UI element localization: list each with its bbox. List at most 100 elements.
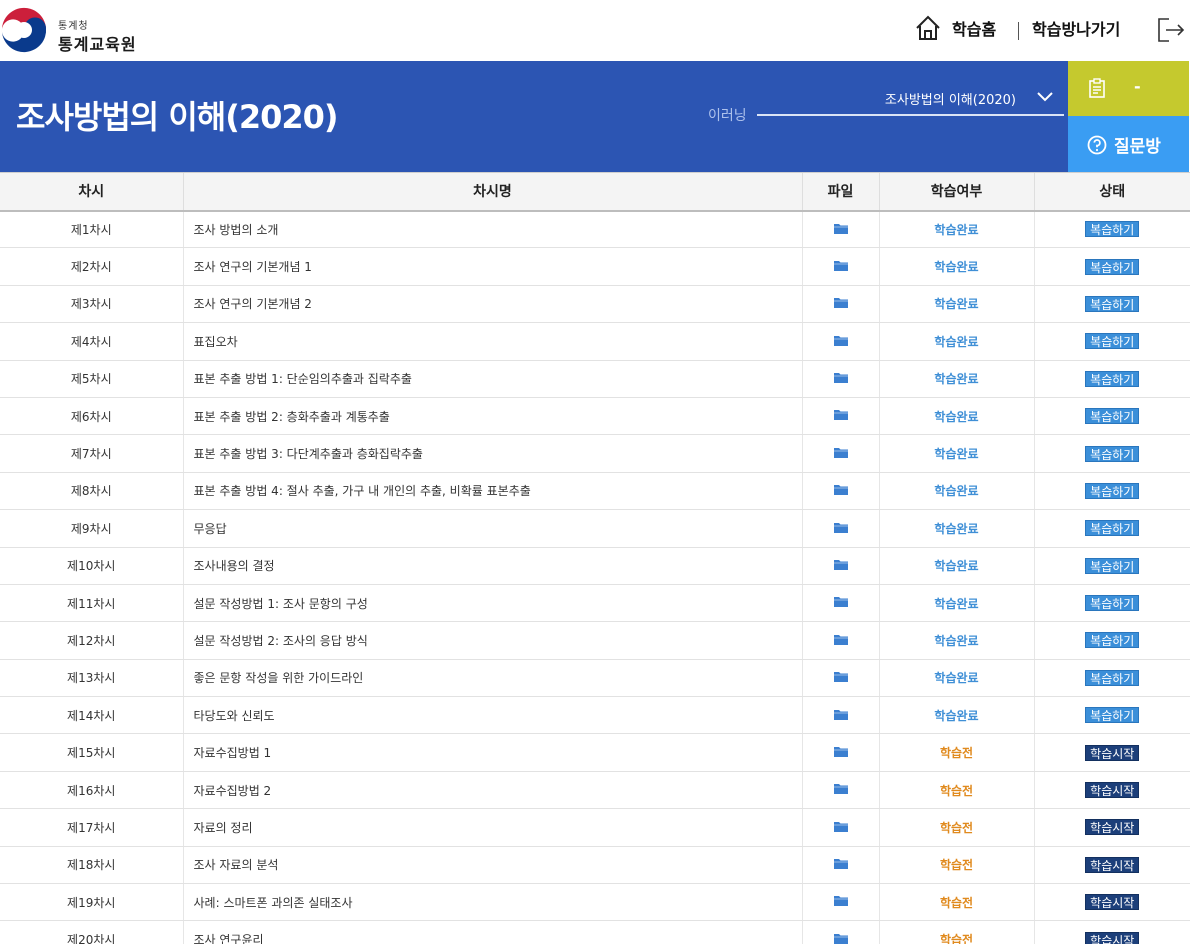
session-title: 조사 연구의 기본개념 1 (182, 247, 802, 286)
course-select-value: 조사방법의 이해(2020) (884, 93, 1016, 108)
folder-icon[interactable] (833, 260, 848, 274)
start-learning-button[interactable]: 학습시작 (1085, 931, 1140, 944)
folder-icon[interactable] (833, 447, 848, 461)
learning-status: 학습완료 (934, 409, 979, 424)
review-button[interactable]: 복습하기 (1085, 707, 1140, 724)
start-learning-button[interactable]: 학습시작 (1085, 894, 1140, 911)
table-row: 제16차시 자료수집방법 2 학습전 학습시작 (0, 771, 1190, 810)
learning-status: 학습완료 (934, 633, 979, 648)
learning-status: 학습완료 (934, 222, 979, 237)
review-button[interactable]: 복습하기 (1085, 295, 1140, 312)
folder-icon[interactable] (833, 409, 848, 423)
state-cell: 학습시작 (1033, 920, 1190, 944)
learning-status-cell: 학습완료 (878, 621, 1034, 660)
file-cell (801, 285, 879, 324)
notepad-icon (1089, 78, 1105, 98)
note-button[interactable]: - (1068, 61, 1189, 116)
learning-home-link[interactable]: 학습홈 (914, 13, 996, 43)
session-number: 제16차시 (0, 771, 183, 810)
file-cell (801, 584, 879, 623)
review-button[interactable]: 복습하기 (1085, 595, 1140, 612)
folder-icon[interactable] (833, 746, 848, 760)
learning-status: 학습완료 (934, 260, 979, 275)
folder-icon[interactable] (833, 559, 848, 573)
start-learning-button[interactable]: 학습시작 (1085, 819, 1140, 836)
review-button[interactable]: 복습하기 (1085, 445, 1140, 462)
question-circle-icon (1087, 135, 1107, 155)
file-cell (801, 808, 879, 847)
folder-icon[interactable] (833, 709, 848, 723)
learning-status-cell: 학습완료 (878, 210, 1034, 249)
start-learning-button[interactable]: 학습시작 (1085, 744, 1140, 761)
institute-name: 통계교육원 (58, 35, 137, 54)
folder-icon[interactable] (833, 634, 848, 648)
table-row: 제7차시 표본 추출 방법 3: 다단계추출과 층화집락추출 학습완료 복습하기 (0, 434, 1190, 473)
file-cell (801, 434, 879, 473)
state-cell: 복습하기 (1033, 509, 1190, 548)
course-banner: 조사방법의 이해(2020) 이러닝 조사방법의 이해(2020) (0, 61, 1068, 172)
folder-icon[interactable] (833, 223, 848, 237)
review-button[interactable]: 복습하기 (1085, 669, 1140, 686)
elearning-label: 이러닝 (708, 108, 747, 124)
folder-icon[interactable] (833, 783, 848, 797)
start-learning-button[interactable]: 학습시작 (1085, 782, 1140, 799)
file-cell (801, 547, 879, 585)
learning-status-cell: 학습전 (878, 733, 1034, 772)
nav-divider (1018, 22, 1019, 40)
folder-icon[interactable] (833, 596, 848, 610)
session-title: 표본 추출 방법 2: 층화추출과 계통추출 (182, 397, 802, 436)
state-cell: 복습하기 (1033, 397, 1190, 436)
session-title: 표본 추출 방법 4: 절사 추출, 가구 내 개인의 추출, 비확률 표본추출 (182, 472, 802, 511)
state-cell: 복습하기 (1033, 210, 1190, 249)
learning-status-cell: 학습전 (878, 920, 1034, 944)
agency-name: 통계청 (58, 21, 89, 32)
learning-status: 학습완료 (934, 447, 979, 462)
folder-icon[interactable] (833, 858, 848, 872)
review-button[interactable]: 복습하기 (1085, 632, 1140, 649)
table-row: 제6차시 표본 추출 방법 2: 층화추출과 계통추출 학습완료 복습하기 (0, 397, 1190, 436)
folder-icon[interactable] (833, 933, 848, 944)
learning-status: 학습전 (939, 933, 974, 944)
state-cell: 복습하기 (1033, 584, 1190, 623)
review-button[interactable]: 복습하기 (1085, 370, 1140, 387)
file-cell (801, 771, 879, 810)
learning-status-cell: 학습전 (878, 771, 1034, 810)
session-number: 제19차시 (0, 883, 183, 922)
learning-status-cell: 학습완료 (878, 696, 1034, 735)
folder-icon[interactable] (833, 821, 848, 835)
institute-logo[interactable]: 통계청 통계교육원 (0, 6, 160, 54)
folder-icon[interactable] (833, 522, 848, 536)
folder-icon[interactable] (833, 671, 848, 685)
exit-learning-room-link[interactable]: 학습방나가기 (1032, 16, 1120, 40)
folder-icon[interactable] (833, 335, 848, 349)
learning-status: 학습완료 (934, 334, 979, 349)
folder-icon[interactable] (833, 372, 848, 386)
learning-status: 학습완료 (934, 559, 979, 574)
file-cell (801, 846, 879, 885)
session-number: 제15차시 (0, 733, 183, 772)
review-button[interactable]: 복습하기 (1085, 221, 1140, 238)
review-button[interactable]: 복습하기 (1085, 520, 1140, 537)
logout-icon[interactable] (1156, 16, 1186, 44)
session-number: 제9차시 (0, 509, 183, 548)
learning-status: 학습전 (939, 783, 974, 798)
review-button[interactable]: 복습하기 (1085, 557, 1140, 574)
session-title: 조사 방법의 소개 (182, 210, 802, 249)
review-button[interactable]: 복습하기 (1085, 482, 1140, 499)
qna-room-button[interactable]: 질문방 (1068, 116, 1189, 172)
start-learning-button[interactable]: 학습시작 (1085, 856, 1140, 873)
file-cell (801, 659, 879, 698)
folder-icon[interactable] (833, 297, 848, 311)
state-cell: 복습하기 (1033, 696, 1190, 735)
review-button[interactable]: 복습하기 (1085, 258, 1140, 275)
course-select-dropdown[interactable]: 조사방법의 이해(2020) (820, 83, 1064, 111)
learning-status: 학습완료 (934, 708, 979, 723)
learning-status: 학습전 (939, 746, 974, 761)
session-number: 제3차시 (0, 285, 183, 324)
review-button[interactable]: 복습하기 (1085, 333, 1140, 350)
table-row: 제12차시 설문 작성방법 2: 조사의 응답 방식 학습완료 복습하기 (0, 621, 1190, 660)
folder-icon[interactable] (833, 484, 848, 498)
session-number: 제12차시 (0, 621, 183, 660)
review-button[interactable]: 복습하기 (1085, 408, 1140, 425)
folder-icon[interactable] (833, 895, 848, 909)
